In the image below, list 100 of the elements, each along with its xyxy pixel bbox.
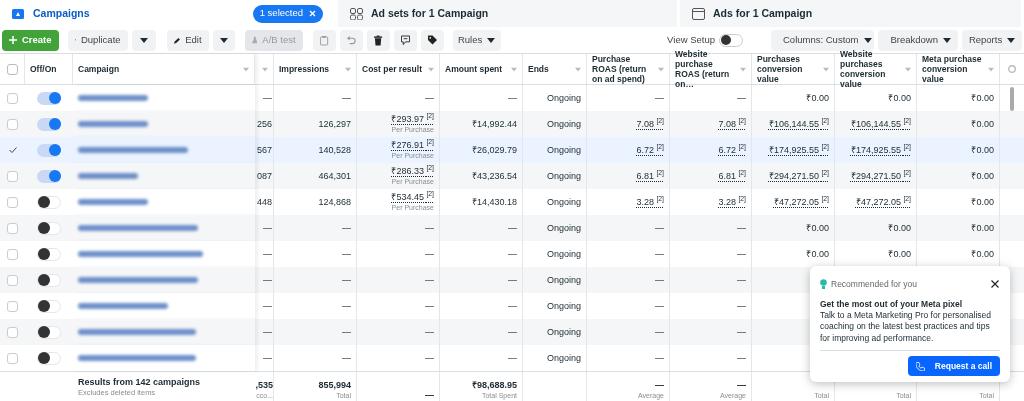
close-icon bbox=[309, 10, 316, 17]
duplicate-button[interactable]: Duplicate bbox=[67, 29, 128, 51]
row-checkbox[interactable] bbox=[7, 300, 18, 312]
table-cell[interactable]: 3.28 $^{[2]}$ bbox=[718, 196, 746, 208]
table-cell[interactable]: 7.08 $^{[2]}$ bbox=[636, 118, 664, 130]
table-cell[interactable]: ₹534.45 $^{[2]}$ bbox=[391, 191, 434, 203]
column-header[interactable]: Impressions bbox=[279, 64, 343, 74]
reports-button[interactable]: Reports bbox=[962, 29, 1022, 51]
table-cell[interactable]: ₹276.91 $^{[2]}$ bbox=[391, 139, 434, 151]
table-cell[interactable]: ₹294,271.50 $^{[2]}$ bbox=[850, 170, 911, 182]
row-checkbox[interactable] bbox=[7, 118, 18, 130]
column-header[interactable]: Campaign bbox=[78, 64, 241, 74]
caret-icon bbox=[487, 37, 496, 43]
table-cell: — bbox=[342, 222, 351, 234]
table-cell[interactable]: ₹294,271.50 $^{[2]}$ bbox=[768, 170, 829, 182]
table-cell[interactable]: ₹106,144.55 $^{[2]}$ bbox=[768, 118, 829, 130]
column-header[interactable]: Website purchase ROAS (return on… bbox=[675, 49, 738, 89]
table-cell: — bbox=[342, 274, 351, 286]
columns-button[interactable]: Columns: Custom bbox=[771, 29, 874, 51]
table-cell: — bbox=[737, 248, 746, 260]
table-cell: — bbox=[655, 326, 664, 338]
selection-badge[interactable]: 1 selected bbox=[252, 4, 323, 23]
table-cell[interactable]: ₹106,144.55 $^{[2]}$ bbox=[850, 118, 911, 130]
row-checkbox[interactable] bbox=[7, 170, 18, 182]
dropdown-button[interactable] bbox=[131, 29, 156, 51]
rules-button[interactable]: Rules bbox=[452, 29, 501, 51]
on-off-toggle[interactable] bbox=[37, 325, 61, 339]
total-value: — bbox=[425, 389, 434, 401]
view-setup-toggle[interactable] bbox=[719, 33, 743, 47]
table-cell: — bbox=[342, 300, 351, 312]
on-off-toggle[interactable] bbox=[37, 221, 61, 235]
table-cell[interactable]: 6.72 $^{[2]}$ bbox=[718, 144, 746, 156]
table-cell: 126,297 bbox=[318, 118, 351, 130]
column-header[interactable]: Purchases conversion value bbox=[757, 54, 821, 84]
table-cell[interactable]: ₹293.97 $^{[2]}$ bbox=[391, 113, 434, 125]
on-off-toggle[interactable] bbox=[37, 247, 61, 261]
lightbulb-icon bbox=[820, 279, 827, 290]
close-icon bbox=[991, 280, 999, 289]
column-header[interactable]: Meta purchase conversion value bbox=[922, 54, 986, 84]
column-header[interactable]: Amount spent bbox=[445, 64, 509, 74]
grid-icon bbox=[350, 7, 363, 20]
row-checkbox[interactable] bbox=[7, 92, 18, 104]
table-cell: — bbox=[263, 326, 272, 338]
column-header[interactable]: Cost per result bbox=[362, 64, 426, 74]
row-checkbox[interactable] bbox=[7, 352, 18, 364]
scrollbar-thumb[interactable] bbox=[1010, 87, 1014, 111]
table-cell: — bbox=[425, 222, 434, 234]
table-cell: Ongoing bbox=[546, 274, 581, 286]
on-off-toggle[interactable] bbox=[37, 91, 61, 105]
table-cell: ₹0.00 bbox=[888, 222, 911, 234]
on-off-toggle[interactable] bbox=[37, 299, 61, 313]
edit-button[interactable]: Edit bbox=[166, 29, 209, 51]
column-header[interactable]: Purchase ROAS (return on ad spend) bbox=[592, 54, 656, 84]
table-cell: — bbox=[737, 326, 746, 338]
table-cell[interactable]: 3.28 $^{[2]}$ bbox=[636, 196, 664, 208]
tag-button[interactable] bbox=[420, 29, 444, 51]
table-cell: — bbox=[263, 274, 272, 286]
caret-icon bbox=[243, 66, 249, 72]
caret-icon bbox=[428, 66, 434, 72]
on-off-toggle[interactable] bbox=[37, 169, 61, 183]
on-off-toggle[interactable] bbox=[37, 143, 61, 157]
table-cell[interactable]: ₹286.33 $^{[2]}$ bbox=[391, 165, 434, 177]
total-value: ,535 bbox=[255, 379, 273, 391]
table-cell[interactable]: 6.72 $^{[2]}$ bbox=[636, 144, 664, 156]
table-cell: ₹0.00 bbox=[888, 92, 911, 104]
on-off-toggle[interactable] bbox=[37, 195, 61, 209]
total-value: 855,994 bbox=[318, 379, 351, 391]
tab[interactable]: Campaigns 1 selected bbox=[0, 0, 338, 27]
table-cell[interactable]: 6.81 $^{[2]}$ bbox=[636, 170, 664, 182]
caret-icon bbox=[139, 37, 148, 43]
table-cell[interactable]: ₹174,925.55 $^{[2]}$ bbox=[768, 144, 829, 156]
column-header[interactable]: Website purchases conversion value bbox=[840, 49, 903, 89]
caret-icon bbox=[345, 66, 351, 72]
on-off-toggle[interactable] bbox=[37, 273, 61, 287]
close-button[interactable] bbox=[990, 279, 1000, 290]
table-cell[interactable]: 7.08 $^{[2]}$ bbox=[718, 118, 746, 130]
row-checkbox[interactable] bbox=[7, 222, 18, 234]
row-checkbox[interactable] bbox=[7, 144, 18, 156]
breakdown-button[interactable]: Breakdown bbox=[878, 29, 958, 51]
table-cell[interactable]: ₹174,925.55 $^{[2]}$ bbox=[850, 144, 911, 156]
table-cell[interactable]: ₹47,272.05 $^{[2]}$ bbox=[773, 196, 829, 208]
on-off-toggle[interactable] bbox=[37, 117, 61, 131]
table-cell[interactable]: 6.81 $^{[2]}$ bbox=[718, 170, 746, 182]
select-all-checkbox[interactable] bbox=[6, 63, 18, 75]
row-checkbox[interactable] bbox=[7, 248, 18, 260]
on-off-toggle[interactable] bbox=[37, 351, 61, 365]
dropdown-button[interactable] bbox=[212, 29, 235, 51]
clipboard-button[interactable] bbox=[312, 29, 336, 51]
row-checkbox[interactable] bbox=[7, 274, 18, 286]
row-checkbox[interactable] bbox=[7, 196, 18, 208]
comment-button[interactable] bbox=[393, 29, 417, 51]
popup-eyebrow: Recommended for you bbox=[831, 278, 918, 291]
column-header[interactable]: Off/On bbox=[30, 64, 67, 74]
request-call-button[interactable]: Request a call bbox=[907, 356, 1000, 377]
column-header[interactable]: Ends bbox=[528, 64, 573, 74]
trash-button[interactable] bbox=[366, 29, 390, 51]
table-cell: ₹0.00 bbox=[971, 222, 994, 234]
row-checkbox[interactable] bbox=[7, 326, 18, 338]
caret-icon bbox=[511, 66, 517, 72]
table-cell[interactable]: ₹47,272.05 $^{[2]}$ bbox=[855, 196, 911, 208]
